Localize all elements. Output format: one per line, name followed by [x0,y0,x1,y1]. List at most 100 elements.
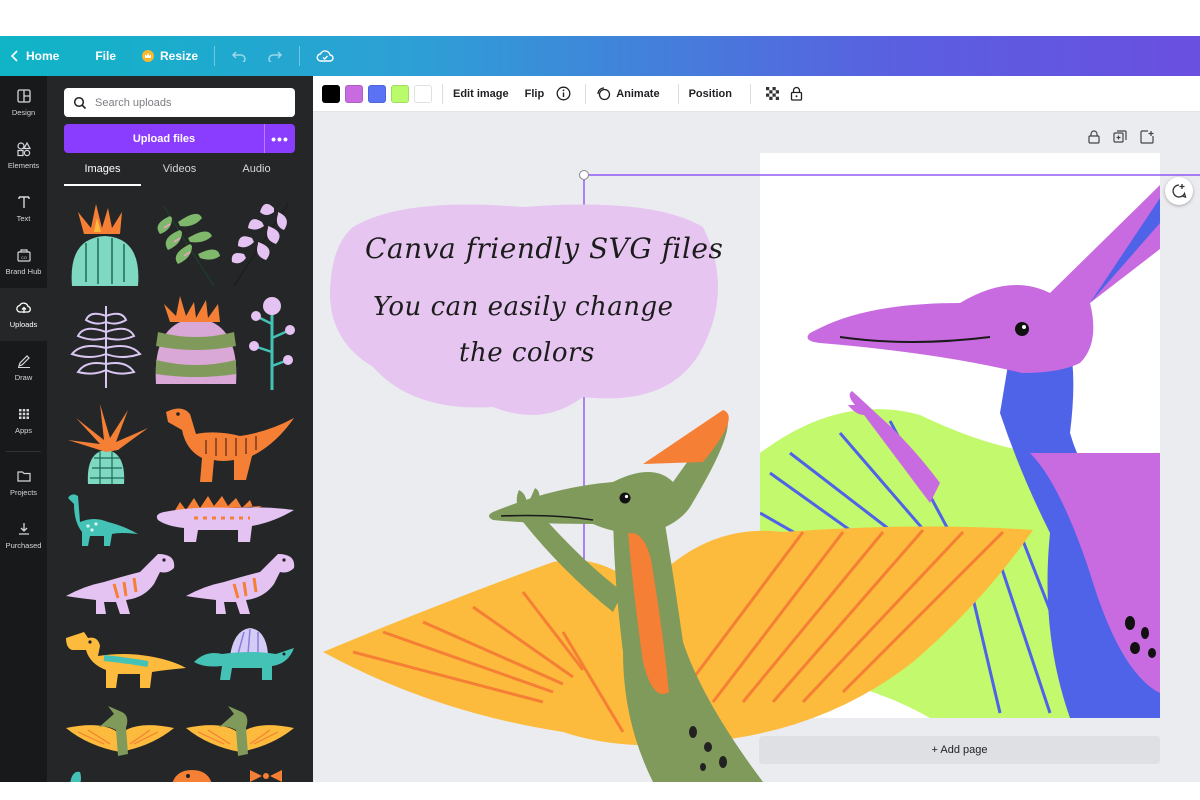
rail-label-projects: Projects [9,488,38,497]
undo-button[interactable] [221,36,257,76]
topbar-divider [299,46,301,66]
thumbnail-leaf-lilac[interactable] [226,198,296,290]
crown-icon [142,50,155,62]
lock-page-icon[interactable] [1088,130,1100,144]
position-button[interactable]: Position [689,88,740,100]
rail-label-elements: Elements [7,161,40,170]
rail-item-draw[interactable]: Draw [0,341,47,394]
page-actions [1088,130,1154,144]
search-icon [73,96,87,109]
media-tabs: Images Videos Audio [64,160,295,186]
topbar-divider [214,46,216,66]
pen-icon [17,355,30,368]
add-comment-button[interactable] [1165,177,1193,205]
comment-add-icon [1172,184,1187,198]
thumbnail-dino-orange[interactable] [156,404,296,488]
canvas-text-line-1[interactable]: Canva friendly SVG files [365,232,723,265]
tab-audio[interactable]: Audio [218,160,295,186]
rail-label-uploads: Uploads [9,320,38,329]
flip-button[interactable]: Flip [517,88,553,100]
thumbnail-cactus[interactable] [64,198,146,290]
tab-videos[interactable]: Videos [141,160,218,186]
thumbnail-striped-bush[interactable] [150,292,242,390]
thumbnail-trex-pink-1[interactable] [64,550,176,618]
rail-label-text: Text [16,214,31,223]
undo-icon [231,51,246,62]
layout-icon [16,89,31,103]
redo-button[interactable] [257,36,293,76]
thumbnail-plant-dark[interactable] [64,296,148,392]
color-swatch-white[interactable] [414,84,432,103]
svg-text:CO: CO [21,255,27,260]
search-box[interactable] [64,88,295,117]
rail-label-purchased: Purchased [5,541,42,550]
transparency-button[interactable] [761,86,784,101]
edit-image-button[interactable]: Edit image [453,88,517,100]
lock-icon [790,86,803,101]
resize-button[interactable]: Resize [132,36,208,76]
thumbnail-partial-1[interactable] [66,768,96,782]
folder-icon [16,471,31,482]
shapes-icon [16,141,31,157]
canvas-text-line-2[interactable]: You can easily change [373,292,674,322]
rail-label-apps: Apps [14,426,33,435]
more-options-button[interactable]: ••• [264,124,295,153]
redo-icon [268,51,283,62]
rail-item-brand-hub[interactable]: CO Brand Hub [0,235,47,288]
thumbnail-fern-green[interactable] [150,200,224,290]
thumbnail-teal-flower[interactable] [248,294,296,392]
canvas-text-line-3[interactable]: the colors [459,338,595,368]
add-page-button[interactable]: + Add page [759,736,1160,764]
toolbar-divider [442,83,443,104]
save-status-button[interactable] [306,36,344,76]
info-button[interactable] [552,86,575,101]
thumbnail-dino-dimetrodon[interactable] [192,626,296,692]
uploads-grid [62,194,298,782]
rail-divider [6,451,41,452]
thumbnail-partial-3[interactable] [242,766,292,782]
uploads-panel: Upload files ••• Images Videos Audio [47,76,313,782]
lock-button[interactable] [784,86,809,101]
file-label: File [95,49,117,63]
search-input[interactable] [95,96,275,109]
upload-files-button[interactable]: Upload files [64,133,264,145]
context-toolbar: Edit image Flip Animate Position [313,76,1200,112]
toolbar-divider [677,83,679,104]
thumbnail-pterodactyl-2[interactable] [184,704,296,766]
upload-files-button-group: Upload files ••• [64,124,295,153]
resize-label: Resize [160,49,199,63]
thumbnail-partial-2[interactable] [162,768,222,782]
thumbnail-orange-plant[interactable] [64,400,150,488]
brand-hub-icon: CO [16,249,31,262]
duplicate-page-icon[interactable] [1113,130,1127,144]
canvas-area[interactable]: Canva friendly SVG files You can easily … [313,112,1200,782]
add-page-icon[interactable] [1140,130,1154,144]
color-swatch-black[interactable] [322,84,340,103]
rail-item-text[interactable]: Text [0,182,47,235]
rail-item-projects[interactable]: Projects [0,456,47,509]
toolbar-divider [749,83,751,104]
rail-label-draw: Draw [14,373,33,382]
thumbnail-dino-stegosaurus[interactable] [154,492,296,548]
rail-item-purchased[interactable]: Purchased [0,509,47,562]
thumbnail-dino-parasaurolophus[interactable] [64,630,188,692]
rail-item-elements[interactable]: Elements [0,129,47,182]
thumbnail-trex-pink-2[interactable] [182,550,296,618]
tab-images[interactable]: Images [64,160,141,186]
green-pterodactyl-illustration[interactable] [323,402,1043,782]
rail-item-design[interactable]: Design [0,76,47,129]
color-swatch-purple[interactable] [345,84,363,103]
home-button[interactable]: Home [0,36,69,76]
thumbnail-dino-sauropod[interactable] [64,492,140,548]
color-swatch-blue[interactable] [368,84,386,103]
file-menu-button[interactable]: File [85,36,126,76]
animate-icon [597,87,611,101]
left-rail: Design Elements Text CO Brand Hub Upload… [0,76,47,782]
thumbnail-pterodactyl-1[interactable] [64,704,176,766]
color-swatch-lime[interactable] [391,84,409,103]
rail-item-uploads[interactable]: Uploads [0,288,47,341]
rail-item-apps[interactable]: Apps [0,394,47,447]
cloud-check-icon [316,50,334,62]
top-bar: Home File Resize [0,36,1200,76]
animate-button[interactable]: Animate [596,86,667,101]
